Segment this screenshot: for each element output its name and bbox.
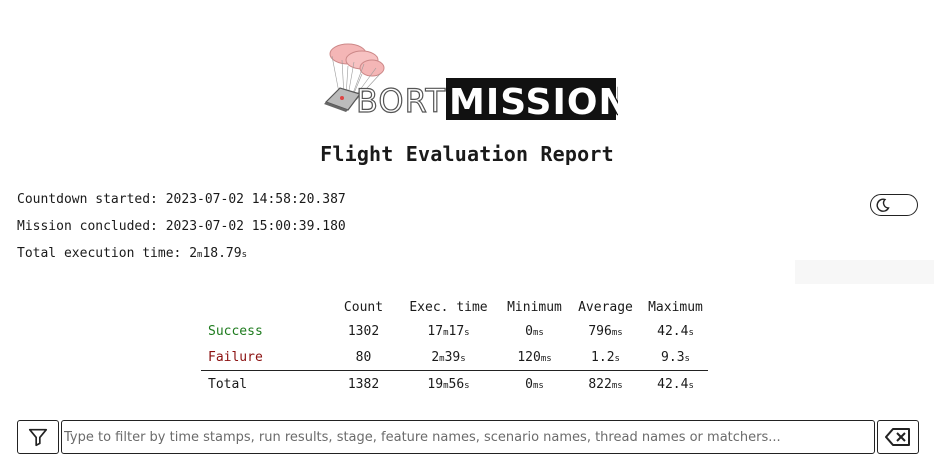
cell-average: 1.2s: [591, 349, 620, 365]
execution-time-label: Total execution time:: [17, 246, 182, 261]
filter-input[interactable]: [61, 420, 875, 454]
table-row: Failure 80 2m39s 120ms 1.2s 9.3s: [201, 344, 708, 371]
cell-average: 822ms: [568, 370, 643, 397]
countdown-line: Countdown started: 2023-07-02 14:58:20.3…: [17, 192, 346, 207]
cell-exec-time: 17m17s: [427, 323, 470, 339]
table-row-total: Total 1382 19m56s 0ms 822ms 42.4s: [201, 370, 708, 397]
execution-time-value: 2m18.79s: [189, 246, 248, 261]
header-maximum: Maximum: [648, 299, 703, 315]
cell-minimum: 0ms: [501, 370, 568, 397]
table-row: Success 1302 17m17s 0ms 796ms 42.4s: [201, 318, 708, 344]
concluded-line: Mission concluded: 2023-07-02 15:00:39.1…: [17, 219, 346, 234]
cell-maximum: 42.4s: [643, 370, 708, 397]
header-minimum: Minimum: [507, 299, 562, 315]
cell-minimum: 0ms: [525, 323, 544, 339]
cell-average: 796ms: [588, 323, 623, 339]
cell-maximum: 9.3s: [661, 349, 690, 365]
countdown-value: 2023-07-02 14:58:20.387: [165, 192, 346, 207]
cell-maximum: 42.4s: [657, 323, 694, 339]
stats-header-row: Count Exec. time Minimum Average Maximum: [201, 296, 708, 318]
row-label-total: Total: [201, 370, 331, 397]
cell-count: 1302: [347, 323, 380, 339]
concluded-label: Mission concluded:: [17, 219, 158, 234]
cell-exec-time: 19m56s: [396, 370, 501, 397]
cell-minimum: 120ms: [517, 349, 552, 365]
filter-button[interactable]: [17, 420, 59, 454]
row-label-failure: Failure: [208, 349, 263, 365]
hidden-panel: [795, 260, 934, 284]
logo-text-right: MISSION: [449, 82, 618, 122]
header-count: Count: [343, 299, 384, 315]
moon-icon: [876, 198, 890, 212]
row-label-success: Success: [208, 323, 263, 339]
cell-count: 80: [355, 349, 372, 365]
concluded-value: 2023-07-02 15:00:39.180: [165, 219, 346, 234]
theme-toggle[interactable]: [870, 194, 918, 216]
logo-text-left: BORT: [356, 82, 446, 120]
execution-time-line: Total execution time: 2m18.79s: [17, 246, 247, 261]
page-title: Flight Evaluation Report: [320, 142, 614, 166]
header-exec-time: Exec. time: [409, 299, 488, 315]
header-average: Average: [578, 299, 633, 315]
clear-filter-button[interactable]: [877, 420, 919, 454]
cell-exec-time: 2m39s: [431, 349, 466, 365]
header-blank: [201, 296, 331, 318]
abort-mission-logo: BORT MISSION: [318, 38, 630, 124]
cell-count: 1382: [331, 370, 396, 397]
countdown-label: Countdown started:: [17, 192, 158, 207]
filter-icon: [28, 428, 48, 447]
stats-table: Count Exec. time Minimum Average Maximum…: [201, 296, 708, 397]
backspace-icon: [885, 428, 910, 446]
